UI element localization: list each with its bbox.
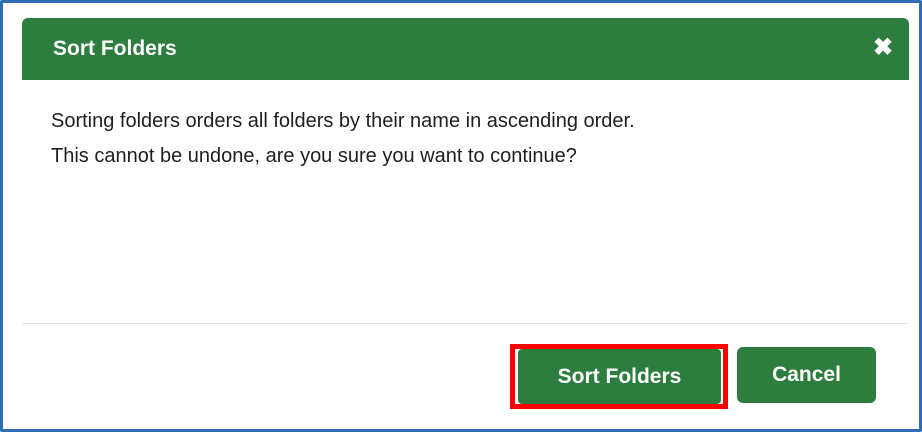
dialog-message: Sorting folders orders all folders by th… xyxy=(51,104,891,174)
cancel-button[interactable]: Cancel xyxy=(737,347,876,403)
message-line-2: This cannot be undone, are you sure you … xyxy=(51,145,577,167)
dialog-window: Sort Folders ✖ Sorting folders orders al… xyxy=(0,0,922,432)
dialog-title: Sort Folders xyxy=(53,37,177,60)
message-line-1: Sorting folders orders all folders by th… xyxy=(51,110,635,132)
dialog-header: Sort Folders ✖ xyxy=(22,18,909,80)
footer-divider xyxy=(22,323,909,324)
sort-folders-button[interactable]: Sort Folders xyxy=(518,349,721,404)
close-icon[interactable]: ✖ xyxy=(869,34,897,62)
